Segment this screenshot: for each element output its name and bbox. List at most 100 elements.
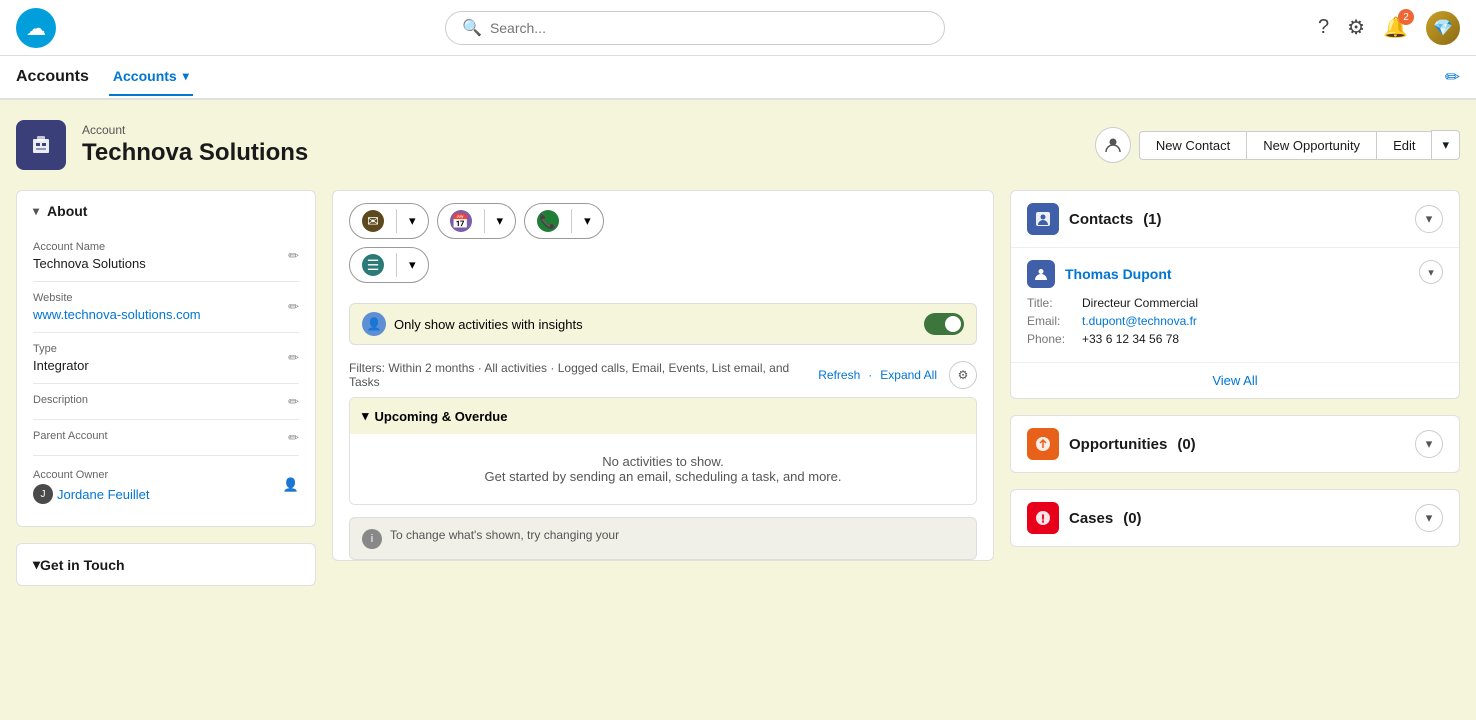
website-edit-icon[interactable]: ✏ xyxy=(288,299,299,315)
expand-all-link[interactable]: Expand All xyxy=(880,368,937,382)
get-in-touch-label: Get in Touch xyxy=(40,557,125,573)
get-in-touch-header[interactable]: ▾ Get in Touch xyxy=(17,544,315,585)
tip-banner: i To change what's shown, try changing y… xyxy=(349,517,977,560)
filter-text: Filters: Within 2 months · All activitie… xyxy=(349,361,789,389)
about-card: ▾ About Account Name Technova Solutions … xyxy=(16,190,316,527)
calendar-button[interactable]: 📅 xyxy=(438,204,484,238)
search-icon: 🔍 xyxy=(462,18,482,38)
user-avatar[interactable]: 💎 xyxy=(1426,11,1460,45)
actions-dropdown-button[interactable]: ▾ xyxy=(1431,130,1460,160)
record-header-left: Account Technova Solutions xyxy=(16,120,308,170)
cases-card-header[interactable]: Cases (0) ▾ xyxy=(1011,490,1459,546)
account-record-icon xyxy=(16,120,66,170)
owner-edit-icon[interactable]: 👤 xyxy=(283,477,299,493)
insights-toggle[interactable] xyxy=(924,313,964,335)
view-all-contacts-link[interactable]: View All xyxy=(1011,362,1459,398)
nav-icons: ? ⚙ 🔔 2 💎 xyxy=(1318,11,1460,45)
tip-icon: i xyxy=(362,529,382,549)
accounts-tab[interactable]: Accounts ▾ xyxy=(109,58,193,96)
get-in-touch-toggle-icon: ▾ xyxy=(33,556,40,573)
activity-toolbar: ✉ ▾ 📅 ▾ xyxy=(333,191,993,295)
search-bar-wrapper: 🔍 xyxy=(72,11,1318,45)
contact-email-value[interactable]: t.dupont@technova.fr xyxy=(1082,314,1197,328)
account-name-field: Account Name Technova Solutions ✏ xyxy=(33,231,299,282)
refresh-link[interactable]: Refresh xyxy=(818,368,860,382)
contacts-card-header[interactable]: Contacts (1) ▾ xyxy=(1011,191,1459,247)
search-bar[interactable]: 🔍 xyxy=(445,11,945,45)
insights-label: Only show activities with insights xyxy=(394,317,583,332)
activity-buttons-row: ✉ ▾ 📅 ▾ xyxy=(349,203,977,239)
list-dropdown-button[interactable]: ▾ xyxy=(397,251,428,279)
contact-phone-row: Phone: +33 6 12 34 56 78 xyxy=(1027,332,1443,346)
contact-entry: Thomas Dupont ▾ Title: Directeur Commerc… xyxy=(1011,247,1459,362)
contact-dropdown-button[interactable]: ▾ xyxy=(1419,260,1443,284)
type-field: Type Integrator ✏ xyxy=(33,333,299,384)
email-dropdown-button[interactable]: ▾ xyxy=(397,207,428,235)
type-edit-icon[interactable]: ✏ xyxy=(288,350,299,366)
description-edit-icon[interactable]: ✏ xyxy=(288,394,299,410)
opportunities-header-label: Opportunities xyxy=(1069,436,1167,453)
record-actions: New Contact New Opportunity Edit ▾ xyxy=(1095,127,1460,163)
contacts-header-label: Contacts xyxy=(1069,211,1133,228)
account-name-value: Technova Solutions xyxy=(33,256,299,271)
account-name-edit-icon[interactable]: ✏ xyxy=(288,248,299,264)
opportunities-card: Opportunities (0) ▾ xyxy=(1010,415,1460,473)
owner-field: Account Owner J Jordane Feuillet 👤 xyxy=(33,456,299,514)
type-label: Type xyxy=(33,343,299,355)
salesforce-logo[interactable]: ☁ xyxy=(16,8,56,48)
filter-gear-icon[interactable]: ⚙ xyxy=(949,361,977,389)
contact-details: Title: Directeur Commercial Email: t.dup… xyxy=(1027,296,1443,346)
notifications-icon[interactable]: 🔔 2 xyxy=(1383,15,1408,40)
phone-icon: 📞 xyxy=(537,210,559,232)
contact-name[interactable]: Thomas Dupont xyxy=(1065,266,1172,282)
contact-icon xyxy=(1027,260,1055,288)
person-icon[interactable] xyxy=(1095,127,1131,163)
owner-value[interactable]: Jordane Feuillet xyxy=(57,487,150,502)
contacts-collapse-button[interactable]: ▾ xyxy=(1415,205,1443,233)
calendar-button-group: 📅 ▾ xyxy=(437,203,517,239)
about-header-label: About xyxy=(47,203,87,219)
contacts-section-icon xyxy=(1027,203,1059,235)
calendar-dropdown-button[interactable]: ▾ xyxy=(485,207,516,235)
top-nav: ☁ 🔍 ? ⚙ 🔔 2 💎 xyxy=(0,0,1476,56)
owner-label: Account Owner xyxy=(33,469,108,481)
parent-account-field: Parent Account ✏ xyxy=(33,420,299,456)
opportunities-collapse-button[interactable]: ▾ xyxy=(1415,430,1443,458)
opportunities-count: (0) xyxy=(1177,436,1195,453)
edit-button[interactable]: Edit xyxy=(1376,131,1431,160)
about-card-header[interactable]: ▾ About xyxy=(17,191,315,231)
phone-dropdown-button[interactable]: ▾ xyxy=(572,207,603,235)
cases-header-label: Cases xyxy=(1069,510,1113,527)
opportunities-section-icon xyxy=(1027,428,1059,460)
owner-avatar: J xyxy=(33,484,53,504)
email-icon: ✉ xyxy=(362,210,384,232)
search-input[interactable] xyxy=(490,20,928,36)
contact-phone-value: +33 6 12 34 56 78 xyxy=(1082,332,1179,346)
record-title-wrap: Account Technova Solutions xyxy=(82,123,308,167)
phone-button[interactable]: 📞 xyxy=(525,204,571,238)
insights-row: 👤 Only show activities with insights xyxy=(349,303,977,345)
cases-collapse-button[interactable]: ▾ xyxy=(1415,504,1443,532)
contact-email-label: Email: xyxy=(1027,314,1082,328)
settings-icon[interactable]: ⚙ xyxy=(1347,15,1365,40)
email-button[interactable]: ✉ xyxy=(350,204,396,238)
calendar-icon: 📅 xyxy=(450,210,472,232)
help-icon[interactable]: ? xyxy=(1318,16,1329,39)
svg-text:☁: ☁ xyxy=(26,18,46,40)
parent-account-label: Parent Account xyxy=(33,430,299,442)
accounts-tab-label: Accounts xyxy=(113,68,177,84)
new-contact-button[interactable]: New Contact xyxy=(1139,131,1246,160)
new-opportunity-button[interactable]: New Opportunity xyxy=(1246,131,1376,160)
phone-button-group: 📞 ▾ xyxy=(524,203,604,239)
upcoming-header[interactable]: ▾ Upcoming & Overdue xyxy=(350,398,976,434)
notification-count: 2 xyxy=(1398,9,1414,25)
upcoming-toggle-icon: ▾ xyxy=(362,408,369,424)
edit-pencil-icon[interactable]: ✏ xyxy=(1445,67,1460,88)
contact-title-label: Title: xyxy=(1027,296,1082,310)
website-value[interactable]: www.technova-solutions.com xyxy=(33,307,299,322)
website-field: Website www.technova-solutions.com ✏ xyxy=(33,282,299,333)
list-button[interactable]: ☰ xyxy=(350,248,396,282)
opportunities-card-header[interactable]: Opportunities (0) ▾ xyxy=(1011,416,1459,472)
parent-account-edit-icon[interactable]: ✏ xyxy=(288,430,299,446)
contact-email-row: Email: t.dupont@technova.fr xyxy=(1027,314,1443,328)
